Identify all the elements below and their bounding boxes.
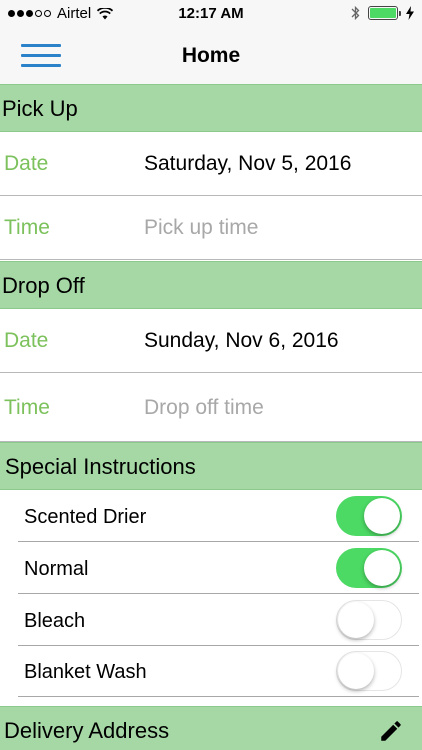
pick-up-header-label: Pick Up bbox=[2, 96, 78, 121]
bluetooth-icon bbox=[351, 5, 360, 21]
status-bar: Airtel 12:17 AM bbox=[0, 0, 422, 28]
pick-up-time-label: Time bbox=[4, 216, 50, 239]
instruction-label: Scented Drier bbox=[24, 506, 147, 528]
instruction-row-normal: Normal bbox=[0, 543, 422, 594]
drop-off-date-row[interactable]: Date Sunday, Nov 6, 2016 bbox=[0, 309, 422, 373]
charging-icon bbox=[406, 6, 414, 20]
pencil-icon[interactable] bbox=[378, 718, 404, 744]
drop-off-time-label: Time bbox=[4, 396, 50, 419]
pick-up-time-field[interactable]: Pick up time bbox=[144, 216, 258, 240]
drop-off-time-row[interactable]: Time Drop off time bbox=[0, 376, 422, 442]
instruction-label: Blanket Wash bbox=[24, 661, 147, 683]
pick-up-date-label: Date bbox=[4, 152, 49, 175]
drop-off-header: Drop Off bbox=[0, 261, 422, 309]
battery-icon bbox=[368, 6, 401, 20]
drop-off-date-label: Date bbox=[4, 329, 49, 352]
page-title: Home bbox=[181, 44, 241, 67]
special-instructions-header-label: Special Instructions bbox=[5, 454, 196, 479]
blanket-wash-toggle[interactable] bbox=[336, 651, 402, 691]
instruction-row-blanket-wash: Blanket Wash bbox=[0, 646, 422, 697]
instruction-label: Normal bbox=[24, 558, 89, 580]
pick-up-time-row[interactable]: Time Pick up time bbox=[0, 196, 422, 260]
special-instructions-header: Special Instructions bbox=[0, 442, 422, 490]
bleach-toggle[interactable] bbox=[336, 600, 402, 640]
divider bbox=[18, 696, 419, 697]
status-right bbox=[351, 5, 414, 21]
instruction-label: Bleach bbox=[24, 610, 86, 632]
drop-off-header-label: Drop Off bbox=[2, 273, 85, 298]
normal-toggle[interactable] bbox=[336, 548, 402, 588]
delivery-address-header: Delivery Address bbox=[0, 706, 422, 750]
scented-drier-toggle[interactable] bbox=[336, 496, 402, 536]
instruction-row-bleach: Bleach bbox=[0, 595, 422, 646]
pick-up-date-row[interactable]: Date Saturday, Nov 5, 2016 bbox=[0, 132, 422, 196]
pick-up-header: Pick Up bbox=[0, 84, 422, 132]
delivery-address-header-label: Delivery Address bbox=[4, 718, 170, 743]
nav-bar: Home bbox=[0, 28, 422, 84]
divider bbox=[18, 541, 419, 542]
drop-off-time-field[interactable]: Drop off time bbox=[144, 396, 264, 420]
divider bbox=[18, 593, 419, 594]
drop-off-date-value[interactable]: Sunday, Nov 6, 2016 bbox=[144, 329, 339, 353]
pick-up-date-value[interactable]: Saturday, Nov 5, 2016 bbox=[144, 152, 351, 176]
instruction-row-scented-drier: Scented Drier bbox=[0, 491, 422, 542]
